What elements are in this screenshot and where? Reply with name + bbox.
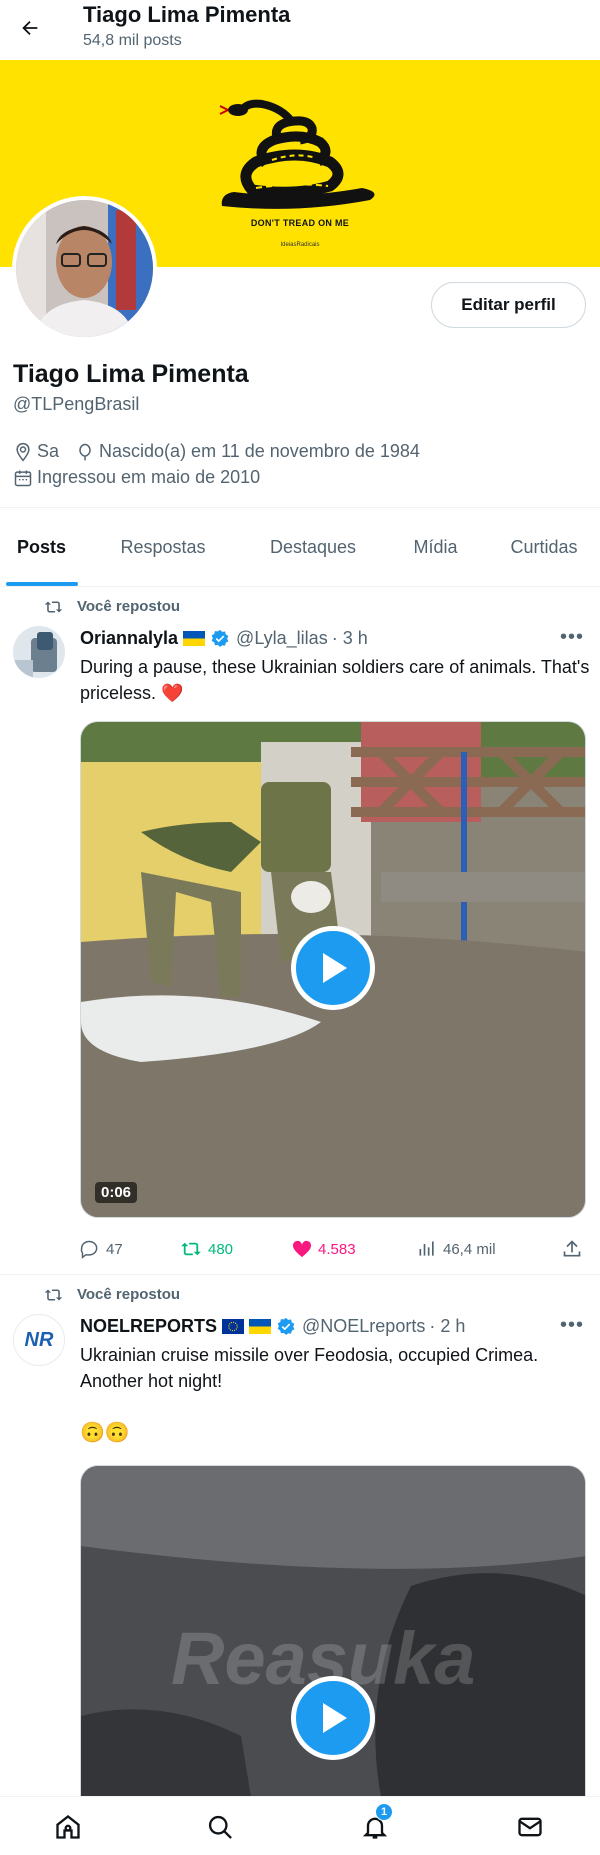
- home-icon: [56, 1814, 80, 1839]
- profile-birth: Nascido(a) em 11 de novembro de 1984: [99, 441, 420, 461]
- post-author-handle[interactable]: @NOELreports: [302, 1316, 425, 1337]
- bottom-navigation: 1: [0, 1796, 600, 1855]
- location-icon: [13, 442, 33, 462]
- ukraine-flag-icon: [249, 1319, 272, 1334]
- repost-label: Você repostou: [77, 598, 181, 615]
- nav-search[interactable]: [190, 1797, 250, 1855]
- back-button[interactable]: [12, 10, 48, 46]
- post-author-name[interactable]: Oriannalyla: [80, 628, 178, 649]
- post-video[interactable]: 0:06: [80, 721, 586, 1218]
- post-item[interactable]: Você repostou Oriannalyla @Lyla_lilas · …: [0, 588, 600, 1275]
- repost-count: 480: [208, 1240, 234, 1258]
- share-button[interactable]: [562, 1239, 588, 1259]
- balloon-icon: [75, 442, 95, 462]
- repost-button[interactable]: 480: [180, 1240, 233, 1258]
- profile-joined: Ingressou em maio de 2010: [37, 467, 261, 487]
- tab-label: Mídia: [413, 536, 458, 557]
- play-icon: [323, 1703, 347, 1733]
- coiled-snake-image: [219, 99, 375, 209]
- post-text-content: During a pause, these Ukrainian soldiers…: [80, 657, 590, 703]
- more-options-icon[interactable]: •••: [560, 626, 584, 649]
- tab-destaques[interactable]: Destaques: [243, 508, 383, 586]
- profile-handle: @TLPengBrasil: [13, 394, 140, 414]
- tab-label: Destaques: [269, 536, 357, 557]
- post-time[interactable]: · 3 h: [332, 628, 368, 649]
- noel-logo-text: NR: [24, 1328, 54, 1351]
- tab-label: Curtidas: [510, 536, 578, 557]
- repost-indicator: Você repostou: [44, 598, 180, 615]
- video-duration: 0:06: [95, 1182, 138, 1203]
- tab-posts[interactable]: Posts: [0, 508, 83, 586]
- like-button[interactable]: 4.583: [292, 1240, 356, 1258]
- tab-respostas[interactable]: Respostas: [83, 508, 243, 586]
- tab-curtidas[interactable]: Curtidas: [488, 508, 600, 586]
- nav-messages[interactable]: [500, 1797, 560, 1855]
- post-emoji: ❤️: [161, 683, 184, 703]
- repost-icon: [44, 599, 63, 615]
- like-count: 4.583: [318, 1240, 356, 1258]
- repost-icon: [44, 1287, 63, 1303]
- arrow-left-icon: [22, 20, 38, 36]
- views-button[interactable]: 46,4 mil: [417, 1239, 496, 1259]
- post-author-name[interactable]: NOELREPORTS: [80, 1316, 217, 1337]
- calendar-icon: [13, 468, 33, 488]
- ukraine-flag-icon: [183, 631, 206, 646]
- repost-label: Você repostou: [77, 1286, 181, 1303]
- reply-icon: [80, 1239, 100, 1259]
- verified-badge-icon: [276, 1317, 296, 1337]
- post-author-handle[interactable]: @Lyla_lilas: [236, 628, 328, 649]
- post-emoji: 🙃🙃: [80, 1422, 130, 1444]
- edit-profile-button[interactable]: Editar perfil: [431, 282, 586, 328]
- header-post-count: 54,8 mil posts: [83, 32, 182, 49]
- share-icon: [562, 1239, 582, 1259]
- profile-meta-row: Sa Nascido(a) em 11 de novembro de 1984: [13, 441, 436, 462]
- envelope-icon: [518, 1817, 542, 1836]
- post-time[interactable]: · 2 h: [429, 1316, 465, 1337]
- views-chart-icon: [417, 1239, 437, 1259]
- verified-badge-icon: [210, 629, 230, 649]
- post-author-avatar[interactable]: [13, 626, 65, 678]
- profile-tabs: Posts Respostas Destaques Mídia Curtidas: [0, 507, 600, 587]
- nav-home[interactable]: [38, 1797, 98, 1855]
- reply-count: 47: [106, 1240, 123, 1258]
- tab-label: Posts: [16, 536, 67, 557]
- profile-joined-row: Ingressou em maio de 2010: [13, 467, 276, 488]
- tab-active-indicator: [5, 582, 78, 586]
- repost-indicator: Você repostou: [44, 1286, 180, 1303]
- profile-photo: [16, 200, 153, 337]
- more-options-icon[interactable]: •••: [560, 1314, 584, 1337]
- profile-location: Sa: [37, 441, 60, 461]
- play-icon: [323, 953, 347, 983]
- post-text: Ukrainian cruise missile over Feodosia, …: [80, 1345, 539, 1391]
- nav-notifications[interactable]: 1: [345, 1797, 405, 1855]
- tab-label: Respostas: [120, 536, 206, 557]
- post-header: Oriannalyla @Lyla_lilas · 3 h: [80, 628, 368, 649]
- post-video[interactable]: Reasuka: [80, 1465, 586, 1796]
- play-button[interactable]: [291, 1676, 375, 1760]
- tab-midia[interactable]: Mídia: [383, 508, 488, 586]
- search-icon: [208, 1815, 232, 1839]
- post-author-avatar[interactable]: NR: [13, 1314, 65, 1366]
- reply-button[interactable]: 47: [80, 1239, 123, 1259]
- post-actions: 47 480 4.583 46,4 mil: [80, 1234, 586, 1264]
- eu-flag-icon: [222, 1319, 245, 1334]
- profile-name: Tiago Lima Pimenta: [13, 360, 249, 388]
- view-count: 46,4 mil: [443, 1240, 496, 1258]
- post-item[interactable]: Você repostou NR NOELREPORTS @NOELreport…: [0, 1276, 600, 1796]
- repost-icon: [180, 1240, 202, 1258]
- header-title: Tiago Lima Pimenta: [83, 2, 291, 27]
- post-text: During a pause, these Ukrainian soldiers…: [80, 654, 590, 706]
- notifications-badge: 1: [375, 1803, 393, 1821]
- top-bar: Tiago Lima Pimenta 54,8 mil posts: [0, 0, 600, 60]
- heart-icon: [292, 1240, 312, 1258]
- post-header: NOELREPORTS @NOELreports · 2 h: [80, 1316, 465, 1337]
- profile-avatar[interactable]: [12, 196, 157, 341]
- author-photo: [13, 626, 65, 678]
- play-button[interactable]: [291, 926, 375, 1010]
